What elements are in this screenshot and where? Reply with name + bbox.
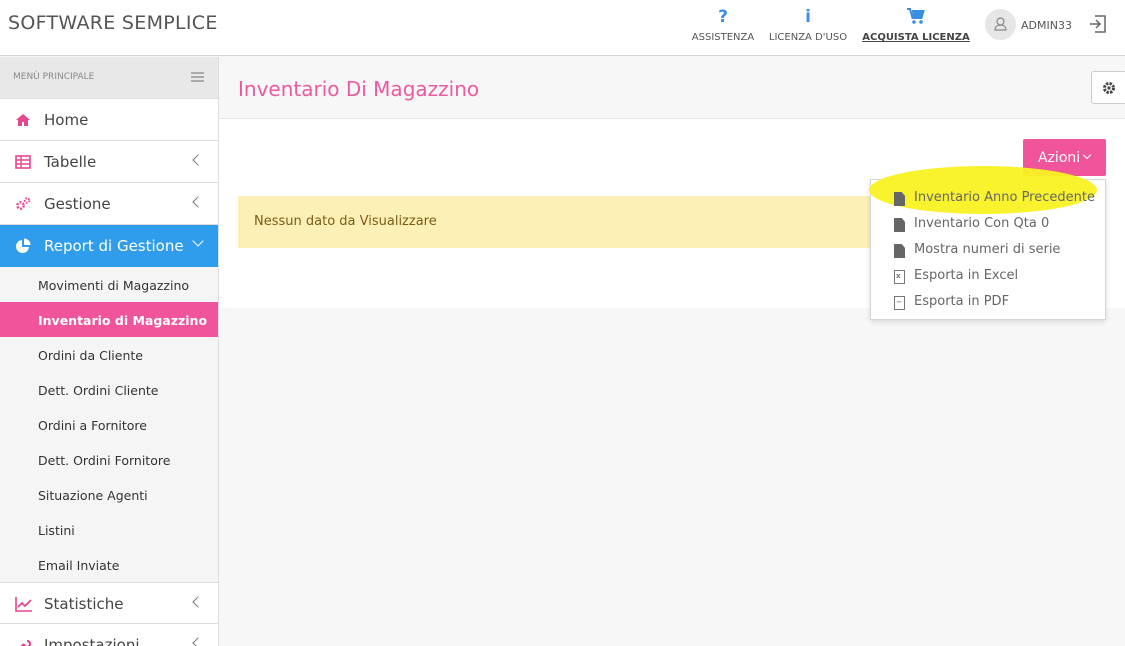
submenu-item-label: Ordini da Cliente	[38, 348, 143, 363]
actions-label: Azioni	[1038, 150, 1081, 166]
sidebar-item-gestione[interactable]: Gestione	[0, 183, 218, 225]
submenu-item-ordini-fornitore[interactable]: Ordini a Fornitore	[0, 407, 218, 442]
submenu-item-label: Dett. Ordini Cliente	[38, 383, 159, 398]
nav-licenza[interactable]: i LICENZA D'USO	[766, 0, 850, 56]
app-brand[interactable]: SOFTWARE SEMPLICE	[8, 12, 218, 34]
home-icon	[15, 112, 31, 128]
submenu-item-movimenti[interactable]: Movimenti di Magazzino	[0, 267, 218, 302]
menu-item-inventario-anno-precedente[interactable]: Inventario Anno Precedente	[871, 186, 1105, 212]
chevron-left-icon	[192, 154, 204, 166]
submenu-item-listini[interactable]: Listini	[0, 512, 218, 547]
submenu-item-inventario[interactable]: Inventario di Magazzino	[0, 302, 218, 337]
gears-icon	[15, 196, 31, 212]
user-icon	[994, 17, 1007, 31]
chevron-down-icon	[1082, 150, 1092, 160]
submenu-item-dett-ordini-cliente[interactable]: Dett. Ordini Cliente	[0, 372, 218, 407]
pie-chart-icon	[15, 238, 31, 254]
submenu-item-label: Listini	[38, 523, 75, 538]
line-chart-icon	[15, 596, 32, 612]
menu-item-mostra-numeri-serie[interactable]: Mostra numeri di serie	[871, 238, 1105, 264]
menu-item-inventario-con-qta-0[interactable]: Inventario Con Qta 0	[871, 212, 1105, 238]
nav-acquista-licenza[interactable]: ACQUISTA LICENZA	[862, 0, 970, 56]
submenu-item-label: Movimenti di Magazzino	[38, 278, 190, 293]
menu-item-label: Esporta in Excel	[914, 268, 1019, 283]
file-icon	[894, 218, 905, 232]
menu-item-label: Inventario Anno Precedente	[914, 190, 1095, 205]
menu-toggle-icon[interactable]	[191, 72, 204, 84]
sidebar-item-label: Impostazioni	[44, 636, 140, 646]
submenu-item-dett-ordini-fornitore[interactable]: Dett. Ordini Fornitore	[0, 442, 218, 477]
file-icon	[894, 192, 905, 206]
submenu-item-ordini-cliente[interactable]: Ordini da Cliente	[0, 337, 218, 372]
nav-acquista-label: ACQUISTA LICENZA	[862, 32, 970, 43]
avatar[interactable]	[985, 9, 1016, 40]
sidebar-item-label: Tabelle	[44, 153, 97, 171]
sidebar-item-label: Statistiche	[44, 595, 124, 613]
gear-icon	[1103, 82, 1115, 94]
top-bar: SOFTWARE SEMPLICE ? ASSISTENZA i LICENZA…	[0, 0, 1125, 56]
menu-item-label: Inventario Con Qta 0	[914, 216, 1050, 231]
sidebar-item-label: Report di Gestione	[44, 237, 184, 255]
sidebar-item-label: Gestione	[44, 195, 111, 213]
menu-item-esporta-excel[interactable]: Esporta in Excel	[871, 264, 1105, 290]
sidebar-item-home[interactable]: Home	[0, 99, 218, 141]
chevron-down-icon	[192, 235, 204, 247]
menu-item-label: Mostra numeri di serie	[914, 242, 1061, 257]
page-title: Inventario Di Magazzino	[238, 77, 480, 101]
user-name[interactable]: ADMIN33	[1021, 19, 1072, 32]
sidebar-item-report-di-gestione[interactable]: Report di Gestione	[0, 225, 218, 267]
logout-icon[interactable]	[1088, 14, 1108, 34]
menu-item-label: Esporta in PDF	[914, 294, 1010, 309]
submenu-item-label: Ordini a Fornitore	[38, 418, 147, 433]
actions-dropdown-menu: Inventario Anno Precedente Inventario Co…	[869, 166, 1106, 320]
sidebar-item-impostazioni[interactable]: Impostazioni	[0, 624, 218, 646]
menu-item-esporta-pdf[interactable]: Esporta in PDF	[871, 290, 1105, 316]
settings-button[interactable]	[1091, 71, 1125, 104]
info-icon: i	[805, 7, 811, 27]
pdf-file-icon	[894, 296, 905, 310]
chevron-left-icon	[192, 196, 204, 208]
submenu-item-situazione-agenti[interactable]: Situazione Agenti	[0, 477, 218, 512]
nav-assistenza[interactable]: ? ASSISTENZA	[690, 0, 756, 56]
alert-text: Nessun dato da Visualizzare	[254, 214, 437, 229]
wrench-icon	[15, 637, 32, 646]
sidebar-item-statistiche[interactable]: Statistiche	[0, 582, 218, 624]
submenu-item-email-inviate[interactable]: Email Inviate	[0, 547, 218, 582]
sidebar-header-label: MENÙ PRINCIPALE	[13, 72, 95, 82]
submenu-item-label: Situazione Agenti	[38, 488, 148, 503]
submenu-item-label: Email Inviate	[38, 558, 120, 573]
cart-icon	[862, 7, 970, 31]
sidebar-header: MENÙ PRINCIPALE	[0, 57, 218, 99]
question-icon: ?	[718, 7, 728, 27]
nav-assistenza-label: ASSISTENZA	[691, 32, 755, 43]
file-icon	[894, 244, 905, 258]
content-header: Inventario Di Magazzino	[219, 57, 1125, 119]
submenu-item-label: Inventario di Magazzino	[38, 313, 208, 328]
sidebar-item-label: Home	[44, 111, 89, 129]
table-icon	[15, 154, 31, 170]
excel-file-icon	[894, 270, 905, 284]
sidebar: MENÙ PRINCIPALE Home Tabelle Gestione Re…	[0, 57, 219, 646]
submenu-item-label: Dett. Ordini Fornitore	[38, 453, 171, 468]
chevron-left-icon	[192, 637, 204, 646]
nav-licenza-label: LICENZA D'USO	[768, 32, 848, 43]
chevron-left-icon	[192, 596, 204, 608]
sidebar-item-tabelle[interactable]: Tabelle	[0, 141, 218, 183]
